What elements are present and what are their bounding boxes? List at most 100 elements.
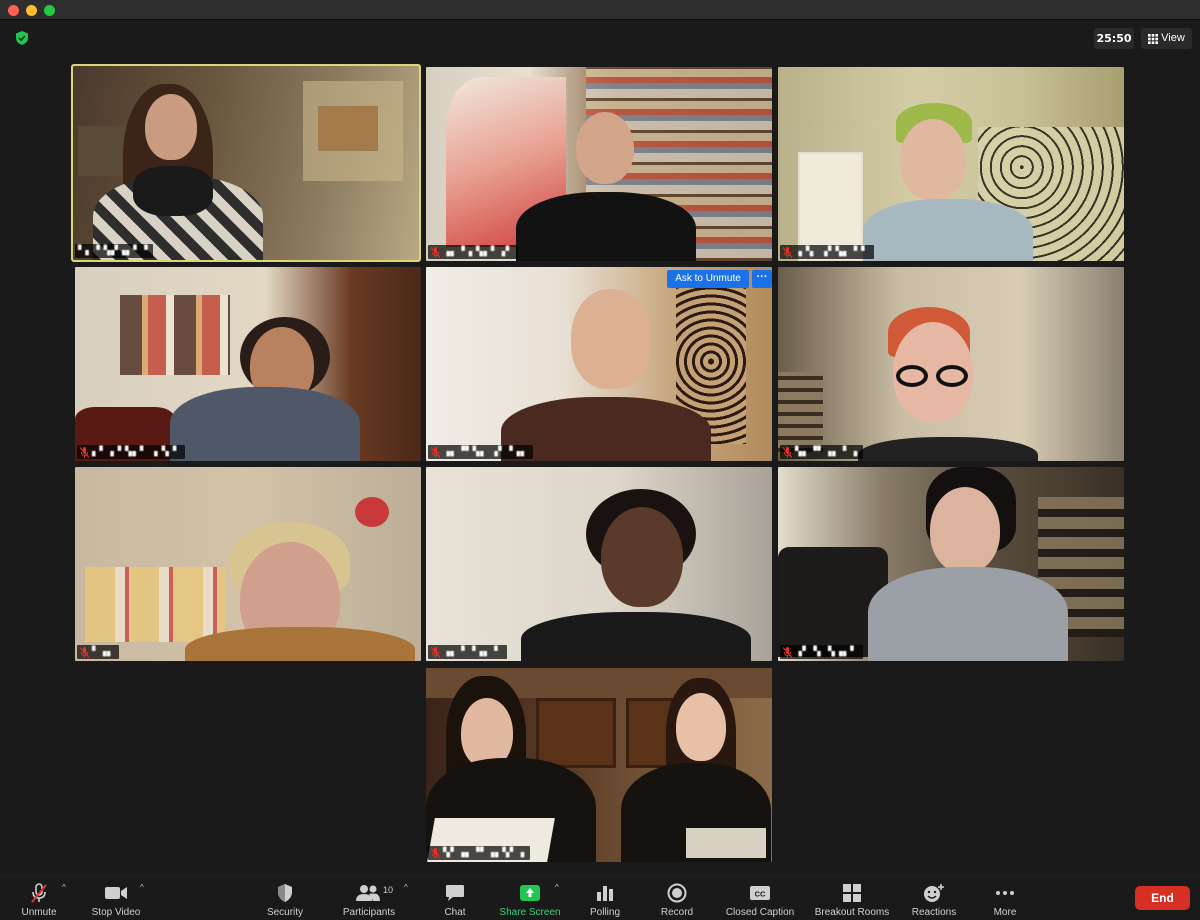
participant-nameplate: ▗▝▖ ▗▘▚▖▝ ▘ — [780, 245, 874, 259]
ask-to-unmute-button[interactable]: Ask to Unmute — [667, 270, 749, 288]
participants-button[interactable]: Participants — [338, 877, 400, 920]
more-label: More — [993, 907, 1017, 918]
participant-name: ▚▘▗▖▝▘▗▖▚▘▗ — [443, 848, 525, 858]
video-tile[interactable]: ▗▘▝▖ ▚▗▖▘ — [778, 467, 1124, 661]
reaction-smiley-icon — [924, 884, 944, 902]
reactions-button[interactable]: Reactions — [906, 877, 962, 920]
breakout-rooms-button[interactable]: Breakout Rooms — [808, 877, 896, 920]
stop-video-label: Stop Video — [91, 907, 141, 918]
meeting-timer: 25:50 — [1094, 28, 1134, 49]
participant-nameplate: ▗▖▝▘▚▖ ▗▘▝▗▖ — [428, 445, 533, 459]
participant-name: ▗▖ ▘▝▗▖ ▘ — [443, 647, 502, 657]
mic-muted-icon — [431, 446, 440, 458]
stop-video-button[interactable]: Stop Video — [86, 877, 146, 920]
chat-bubble-icon — [446, 885, 464, 901]
video-feed — [75, 467, 421, 661]
video-tile[interactable]: ▖▘▗▝ ▚▖▘ ▗▝▖▘ — [75, 267, 421, 461]
maximize-window-button[interactable] — [44, 5, 55, 16]
video-feed — [73, 66, 419, 260]
mic-muted-icon — [431, 847, 440, 859]
view-label: View — [1161, 32, 1185, 44]
mic-muted-icon — [783, 446, 792, 458]
polling-label: Polling — [589, 907, 621, 918]
participant-nameplate: ▚▘▗▖▝▘▗▖▚▘▗ — [428, 846, 530, 860]
video-feed — [778, 467, 1124, 661]
closed-caption-button[interactable]: CC Closed Caption — [718, 877, 802, 920]
audio-options-caret[interactable]: ^ — [62, 883, 66, 892]
video-tile[interactable]: ▗▖▝▘▚▖ ▗▘▝▗▖ — [426, 267, 772, 461]
unmute-button[interactable]: Unmute — [14, 877, 64, 920]
mic-muted-icon — [783, 246, 792, 258]
video-tile[interactable]: ▚▘▗▖▝▘▗▖▚▘▗ — [426, 668, 772, 862]
record-label: Record — [660, 907, 694, 918]
zoom-meeting-window: 25:50 View ▘▖▝ ▚▞▗▖▘▝ ▗▖▝▗ ▚▖▘▗▘ ▗▝▖ ▗▘▚… — [0, 0, 1200, 920]
participant-name: ▗▘▝▖ ▚▗▖▘ — [795, 647, 858, 657]
video-feed — [426, 668, 772, 862]
breakout-rooms-label: Breakout Rooms — [814, 907, 890, 918]
security-button[interactable]: Security — [260, 877, 310, 920]
mic-muted-icon — [80, 446, 89, 458]
video-tile[interactable]: ▗▖▝▗ ▚▖▘▗▘ — [426, 67, 772, 261]
grid-view-icon — [1148, 33, 1159, 44]
participant-nameplate: ▖▘▗▝ ▚▖▘ ▗▝▖▘ — [77, 445, 186, 459]
video-feed — [426, 467, 772, 661]
video-tile[interactable]: ▚▖▝▘▗▖ ▘▗ — [778, 267, 1124, 461]
video-tile[interactable]: ▘▖▝ ▚▞▗▖▘▝ — [71, 64, 421, 262]
svg-text:CC: CC — [755, 890, 766, 899]
record-button[interactable]: Record — [656, 877, 698, 920]
participants-count: 10 — [383, 885, 394, 895]
security-label: Security — [266, 907, 304, 918]
participant-nameplate: ▚▖▝▘▗▖ ▘▗ — [780, 445, 863, 459]
participant-nameplate: ▗▖▝▗ ▚▖▘▗▘ — [428, 245, 519, 259]
participants-options-caret[interactable]: ^ — [404, 883, 408, 892]
participant-name: ▘▗▖ — [92, 647, 115, 657]
tile-more-options-button[interactable]: ··· — [752, 270, 772, 288]
mic-muted-icon — [783, 646, 792, 658]
participant-name: ▘▖▝ ▚▞▗▖▘▝ — [78, 246, 149, 256]
video-feed — [778, 267, 1124, 461]
video-tile[interactable]: ▗▖ ▘▝▗▖ ▘ — [426, 467, 772, 661]
participant-name: ▗▝▖ ▗▘▚▖▝ ▘ — [795, 247, 869, 257]
mic-muted-icon — [431, 246, 440, 258]
title-bar — [0, 0, 1200, 20]
video-feed — [426, 267, 772, 461]
end-meeting-button[interactable]: End — [1135, 886, 1190, 910]
share-screen-icon — [520, 885, 540, 901]
shield-check-icon[interactable] — [14, 30, 30, 46]
video-feed — [778, 67, 1124, 261]
video-tile[interactable]: ▗▝▖ ▗▘▚▖▝ ▘ — [778, 67, 1124, 261]
chat-button[interactable]: Chat — [436, 877, 474, 920]
bar-chart-icon — [597, 886, 613, 901]
video-options-caret[interactable]: ^ — [140, 883, 144, 892]
participant-name: ▚▖▝▘▗▖ ▘▗ — [795, 447, 858, 457]
mic-muted-icon — [80, 646, 89, 658]
close-window-button[interactable] — [8, 5, 19, 16]
video-feed — [75, 267, 421, 461]
participant-nameplate: ▘▖▝ ▚▞▗▖▘▝ — [75, 244, 154, 258]
minimize-window-button[interactable] — [26, 5, 37, 16]
reactions-label: Reactions — [911, 907, 957, 918]
mic-muted-icon — [31, 883, 47, 903]
closed-caption-icon: CC — [750, 886, 770, 900]
share-options-caret[interactable]: ^ — [555, 883, 559, 892]
participant-nameplate: ▗▘▝▖ ▚▗▖▘ — [780, 645, 863, 659]
participants-label: Participants — [342, 907, 396, 918]
participant-name: ▗▖▝▘▚▖ ▗▘▝▗▖ — [443, 447, 528, 457]
more-dots-icon — [996, 891, 1014, 895]
video-feed — [426, 67, 772, 261]
participant-nameplate: ▘▗▖ — [77, 645, 120, 659]
participants-icon — [356, 885, 380, 901]
share-screen-button[interactable]: Share Screen — [496, 877, 564, 920]
participant-name: ▖▘▗▝ ▚▖▘ ▗▝▖▘ — [92, 447, 181, 457]
record-icon — [667, 883, 687, 903]
breakout-rooms-icon — [843, 884, 861, 902]
shield-icon — [278, 884, 292, 902]
share-screen-label: Share Screen — [499, 907, 561, 918]
polling-button[interactable]: Polling — [584, 877, 626, 920]
video-tile[interactable]: ▘▗▖ — [75, 467, 421, 661]
view-button[interactable]: View — [1141, 28, 1192, 49]
more-button[interactable]: More — [986, 877, 1024, 920]
participant-nameplate: ▗▖ ▘▝▗▖ ▘ — [428, 645, 507, 659]
mic-muted-icon — [431, 646, 440, 658]
video-camera-icon — [105, 887, 127, 899]
